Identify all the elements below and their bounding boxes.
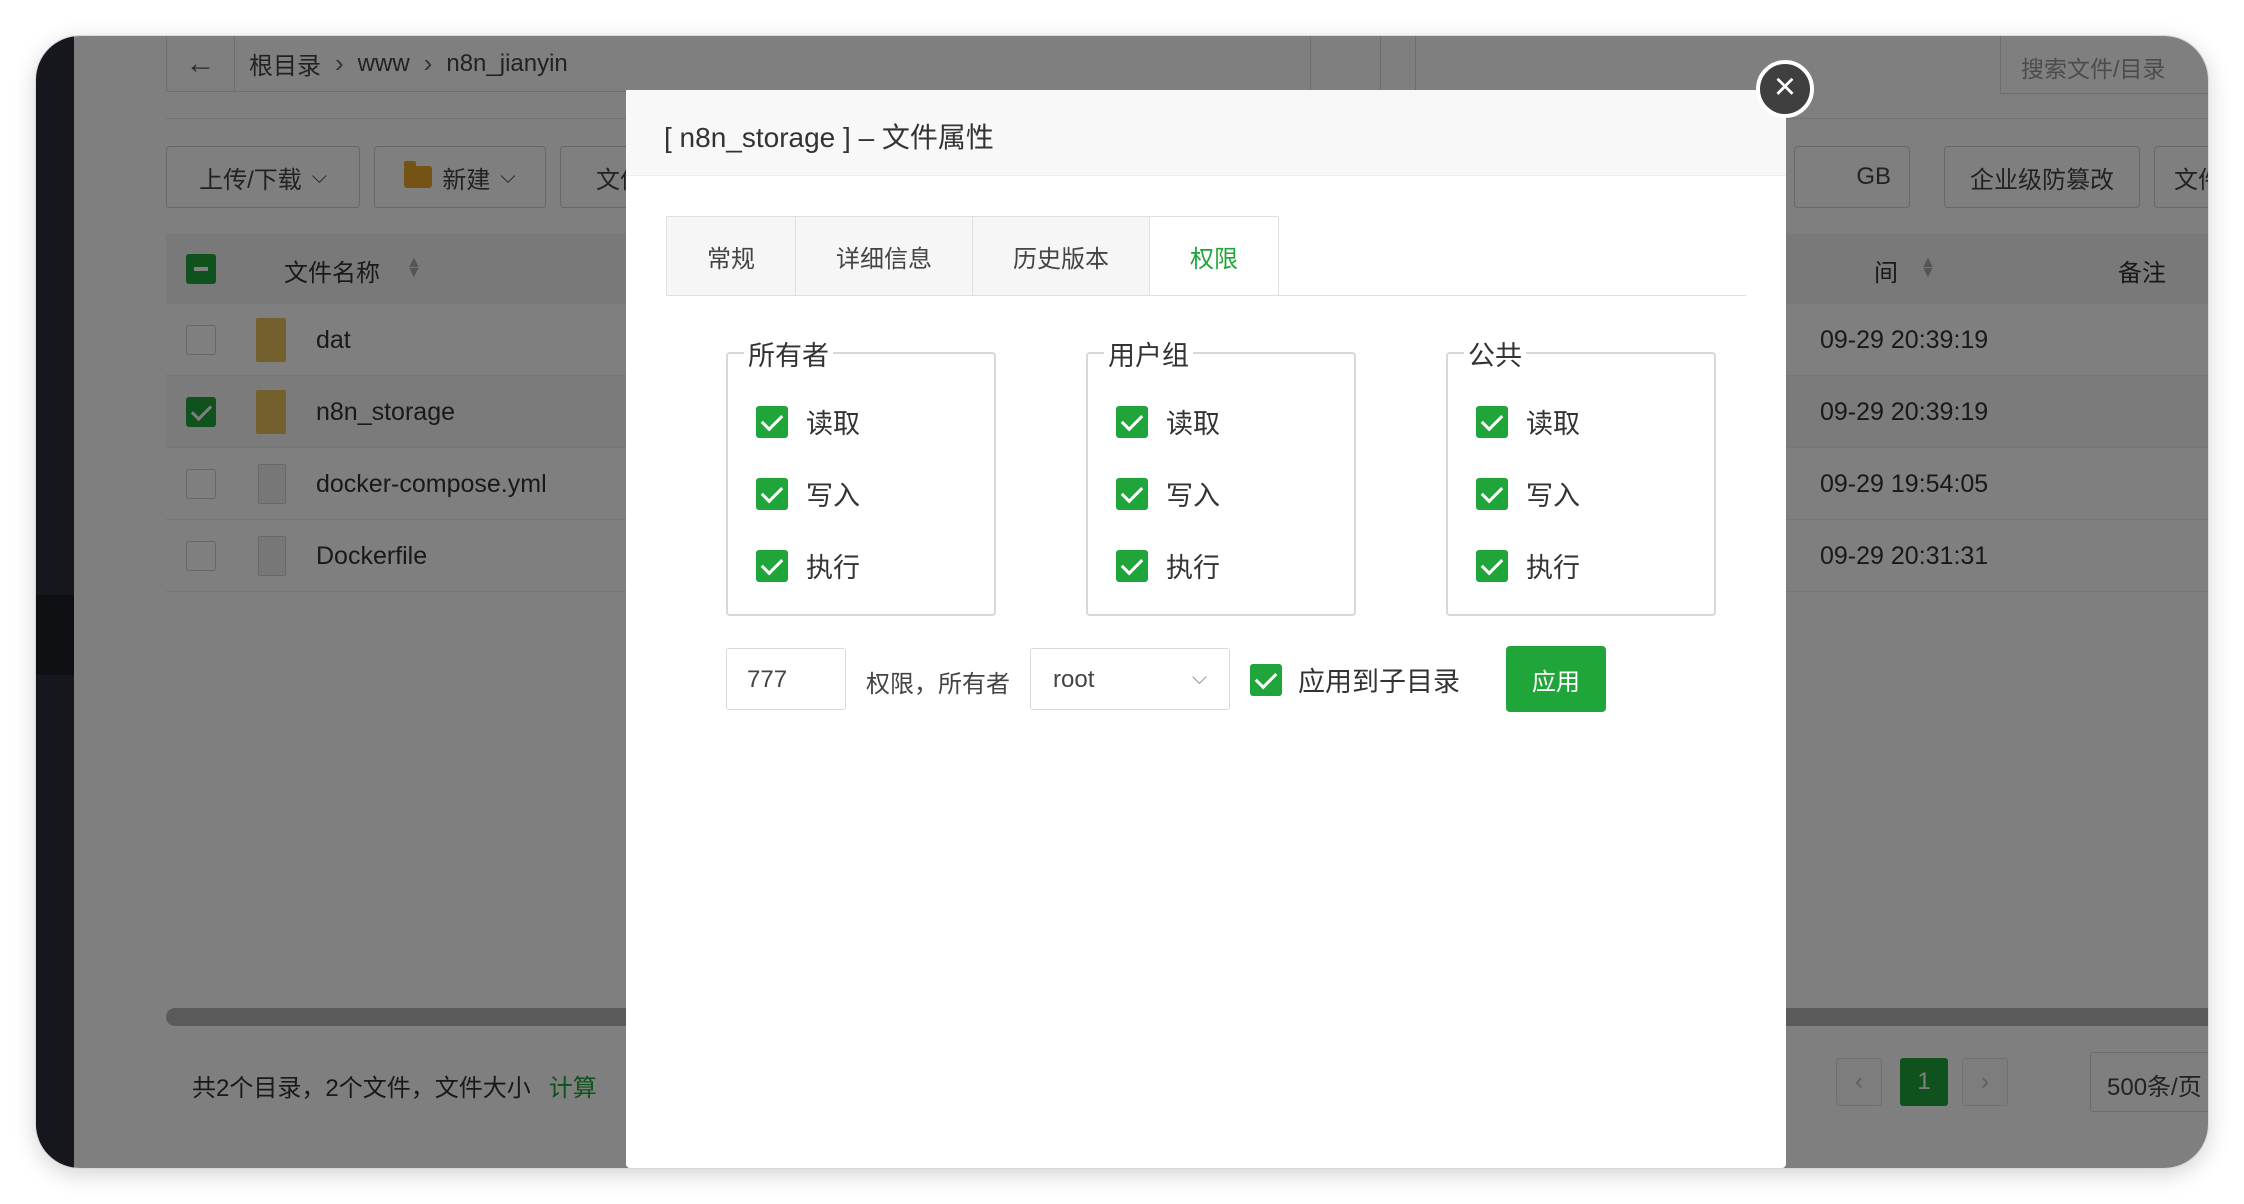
public-execute[interactable]: 执行 [1476,546,1580,585]
tab-permissions[interactable]: 权限 [1149,216,1279,296]
perm-label: 执行 [1166,553,1220,583]
public-write[interactable]: 写入 [1476,474,1580,513]
perm-label: 写入 [1166,481,1220,511]
checkbox-checked-icon[interactable] [1116,405,1148,438]
close-icon[interactable]: × [1756,60,1814,118]
perm-label: 读取 [1166,409,1220,439]
checkbox-checked-icon[interactable] [1476,549,1508,582]
divider [666,295,1746,296]
app-window: ← 根目录 › www › n8n_jianyin 搜索文件/目录 上传/下载 … [36,36,2208,1168]
checkbox-checked-icon[interactable] [1476,405,1508,438]
owner-execute[interactable]: 执行 [756,546,860,585]
apply-to-subdirs-label: 应用到子目录 [1298,667,1460,697]
tab-details[interactable]: 详细信息 [795,216,972,296]
group-permissions: 用户组 读取 写入 执行 [1086,334,1356,616]
checkbox-checked-icon[interactable] [756,405,788,438]
owner-write[interactable]: 写入 [756,474,860,513]
perm-label: 写入 [806,481,860,511]
group-label: 公共 [1464,334,1526,373]
perm-label: 写入 [1526,481,1580,511]
checkbox-checked-icon[interactable] [756,549,788,582]
tab-general[interactable]: 常规 [666,216,795,296]
checkbox-checked-icon[interactable] [1116,549,1148,582]
checkbox-checked-icon[interactable] [756,477,788,510]
owner-value: root [1053,666,1095,693]
group-read[interactable]: 读取 [1116,402,1220,441]
file-properties-dialog: [ n8n_storage ] – 文件属性 常规 详细信息 历史版本 权限 所… [626,90,1786,1168]
public-read[interactable]: 读取 [1476,402,1580,441]
dialog-tabs: 常规 详细信息 历史版本 权限 [666,216,1279,296]
permission-owner-label: 权限，所有者 [866,671,1010,698]
perm-label: 执行 [806,553,860,583]
public-permissions: 公共 读取 写入 执行 [1446,334,1716,616]
group-execute[interactable]: 执行 [1116,546,1220,585]
dialog-title: [ n8n_storage ] – 文件属性 [626,90,1786,176]
checkbox-checked-icon[interactable] [1116,477,1148,510]
apply-button[interactable]: 应用 [1506,646,1606,712]
group-label: 所有者 [744,334,833,373]
perm-label: 读取 [806,409,860,439]
owner-read[interactable]: 读取 [756,402,860,441]
chevron-down-icon: ⌵ [1191,667,1207,689]
perm-label: 读取 [1526,409,1580,439]
checkbox-checked-icon[interactable] [1476,477,1508,510]
checkbox-checked-icon[interactable] [1250,663,1282,696]
apply-to-subdirs-checkbox[interactable]: 应用到子目录 [1250,660,1460,699]
permission-value-input[interactable]: 777 [726,648,846,710]
group-label: 用户组 [1104,334,1193,373]
owner-permissions: 所有者 读取 写入 执行 [726,334,996,616]
tab-history[interactable]: 历史版本 [972,216,1149,296]
perm-label: 执行 [1526,553,1580,583]
group-write[interactable]: 写入 [1116,474,1220,513]
owner-select[interactable]: root ⌵ [1030,648,1230,710]
